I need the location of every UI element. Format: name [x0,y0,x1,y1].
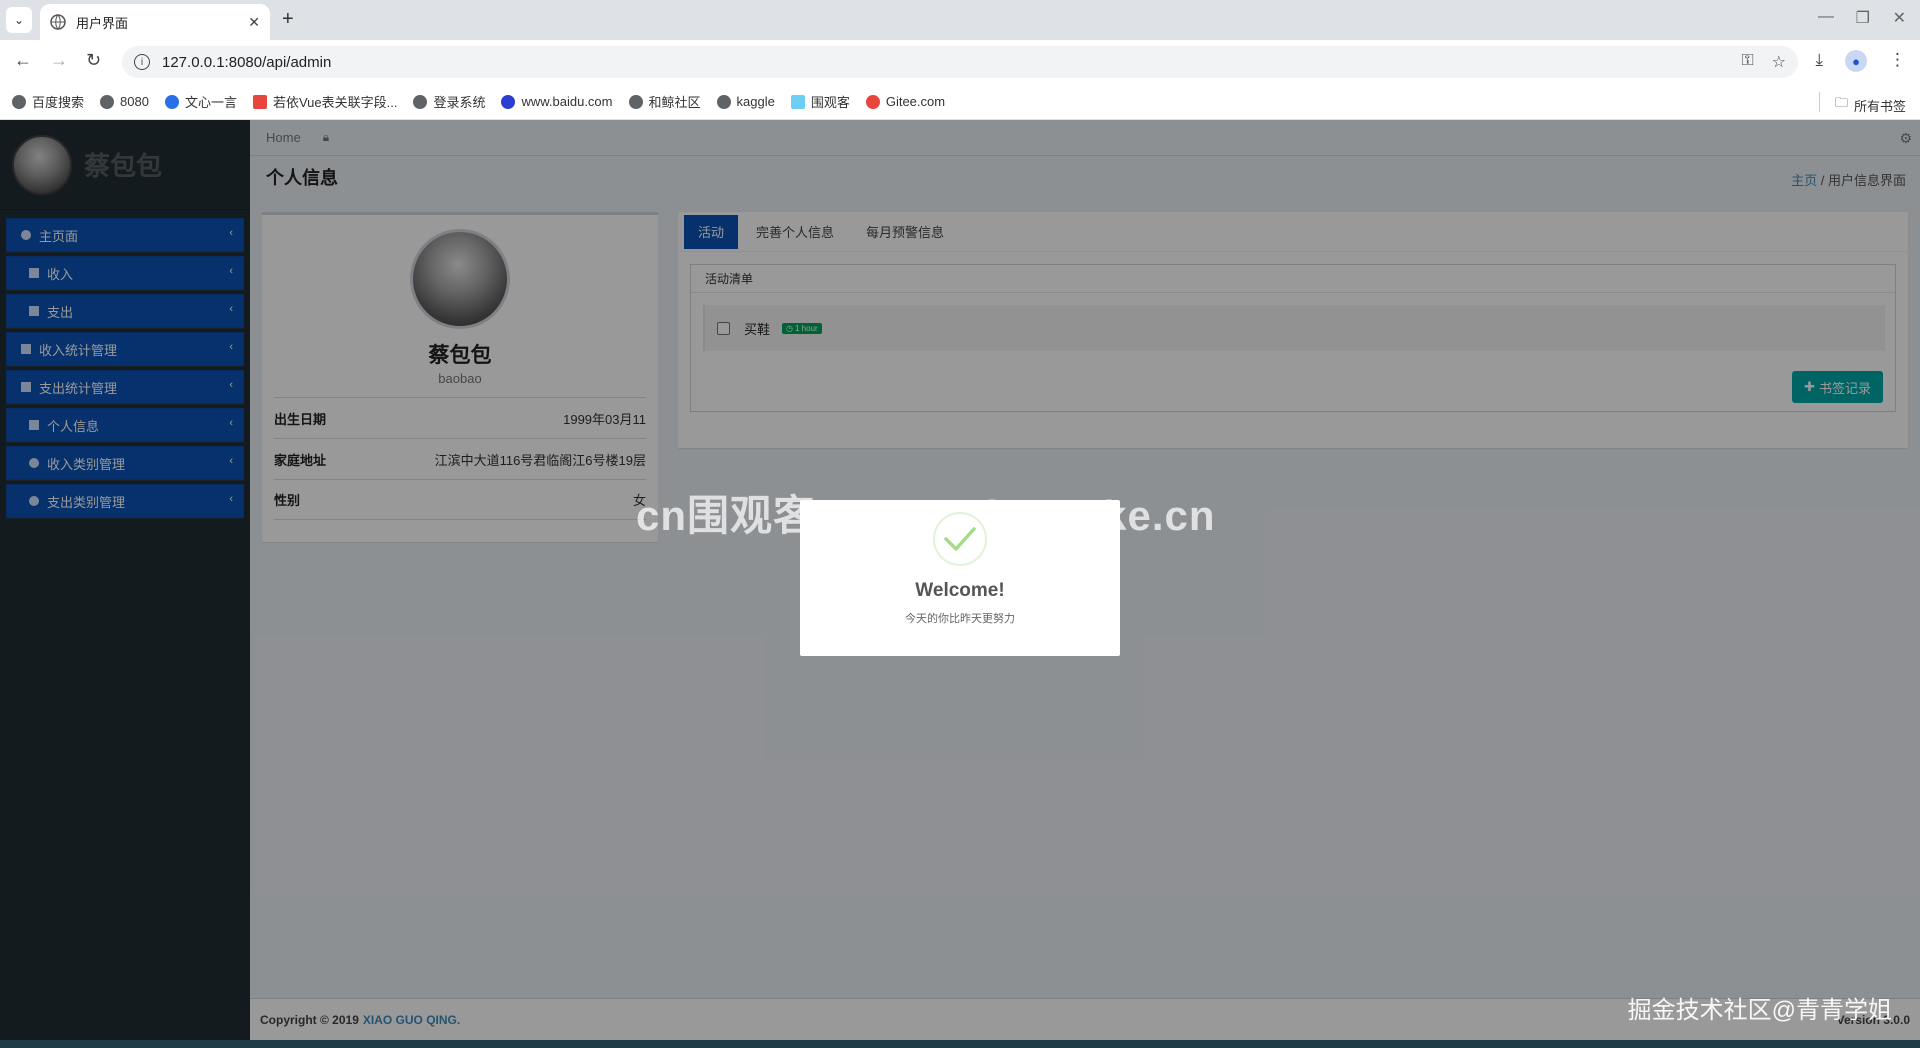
bookmark-item[interactable]: 8080 [100,94,149,109]
bookmarks-bar: 百度搜索 8080 文心一言 若依Vue表关联字段... 登录系统 www.ba… [0,84,1920,120]
jian-icon [252,94,267,109]
menu-kebab-icon[interactable]: ⋮ [1889,50,1906,72]
success-check-icon [933,512,987,566]
forward-icon[interactable]: → [50,50,68,71]
download-icon[interactable]: ⤓ [1815,50,1823,72]
welcome-modal: Welcome! 今天的你比昨天更努力 [800,500,1120,656]
tab-title: 用户界面 [76,15,129,31]
checkmark-icon [944,527,976,551]
globe-icon [100,94,115,109]
star-icon[interactable]: ☆ [1772,52,1786,72]
globe-icon [628,94,643,109]
bookmark-item[interactable]: 和鲸社区 [628,92,701,111]
globe-icon [12,94,26,109]
baidu-paw-icon [501,94,516,109]
globe-icon [50,14,66,30]
new-tab-button[interactable]: + [282,8,294,31]
site-info-icon[interactable]: i [134,54,150,70]
bookmark-item[interactable]: 若依Vue表关联字段... [252,92,397,111]
bookmark-item[interactable]: 文心一言 [164,92,237,111]
modal-text: 今天的你比昨天更努力 [905,613,1015,625]
browser-tab-strip: ⌄ 用户界面 ✕ + — ❐ ✕ [0,0,1920,40]
browser-tab[interactable]: 用户界面 ✕ [40,4,270,40]
bookmark-item[interactable]: kaggle [716,94,775,109]
folder-icon: 🗀 [1834,95,1848,110]
profile-icon[interactable]: ● [1845,50,1867,72]
url-text: 127.0.0.1:8080/api/admin [162,53,332,71]
bookmark-item[interactable]: www.baidu.com [501,94,613,109]
weiguanke-icon [790,94,805,109]
ernie-icon [164,94,179,109]
chevron-down-icon: ⌄ [13,13,25,27]
app-viewport: 蔡包包 主页面 ‹ 收入 ‹ 支出 ‹ 收入统计管理 ‹ 支出统计管理 ‹ 个人… [0,120,1920,1040]
modal-title: Welcome! [915,580,1005,601]
bookmark-item[interactable]: 百度搜索 [12,92,84,111]
reload-icon[interactable]: ↻ [86,50,101,71]
taskbar [0,1040,1920,1048]
all-bookmarks-button[interactable]: 🗀 所有书签 [1835,94,1906,116]
minimize-icon[interactable]: — [1818,8,1834,26]
gitee-icon [865,94,880,109]
bookmarks-divider [1819,92,1820,112]
bookmark-item[interactable]: 围观客 [790,92,850,111]
globe-icon [413,94,428,109]
password-key-icon[interactable]: ⚿ [1741,52,1753,72]
bookmark-item[interactable]: 登录系统 [413,92,485,111]
tab-search-button[interactable]: ⌄ [6,7,32,33]
back-icon[interactable]: ← [14,50,32,71]
url-bar[interactable]: i 127.0.0.1:8080/api/admin ⚿ ☆ [122,46,1798,78]
close-icon[interactable]: ✕ [248,14,260,31]
globe-icon [716,94,731,109]
watermark-bottom-right: 掘金技术社区@青青学姐 [1627,997,1892,1024]
bookmark-item[interactable]: Gitee.com [865,94,945,109]
restore-icon[interactable]: ❐ [1856,8,1870,28]
address-bar-row: ← → ↻ i 127.0.0.1:8080/api/admin ⚿ ☆ ⤓ ●… [0,40,1920,84]
window-close-icon[interactable]: ✕ [1893,8,1906,28]
